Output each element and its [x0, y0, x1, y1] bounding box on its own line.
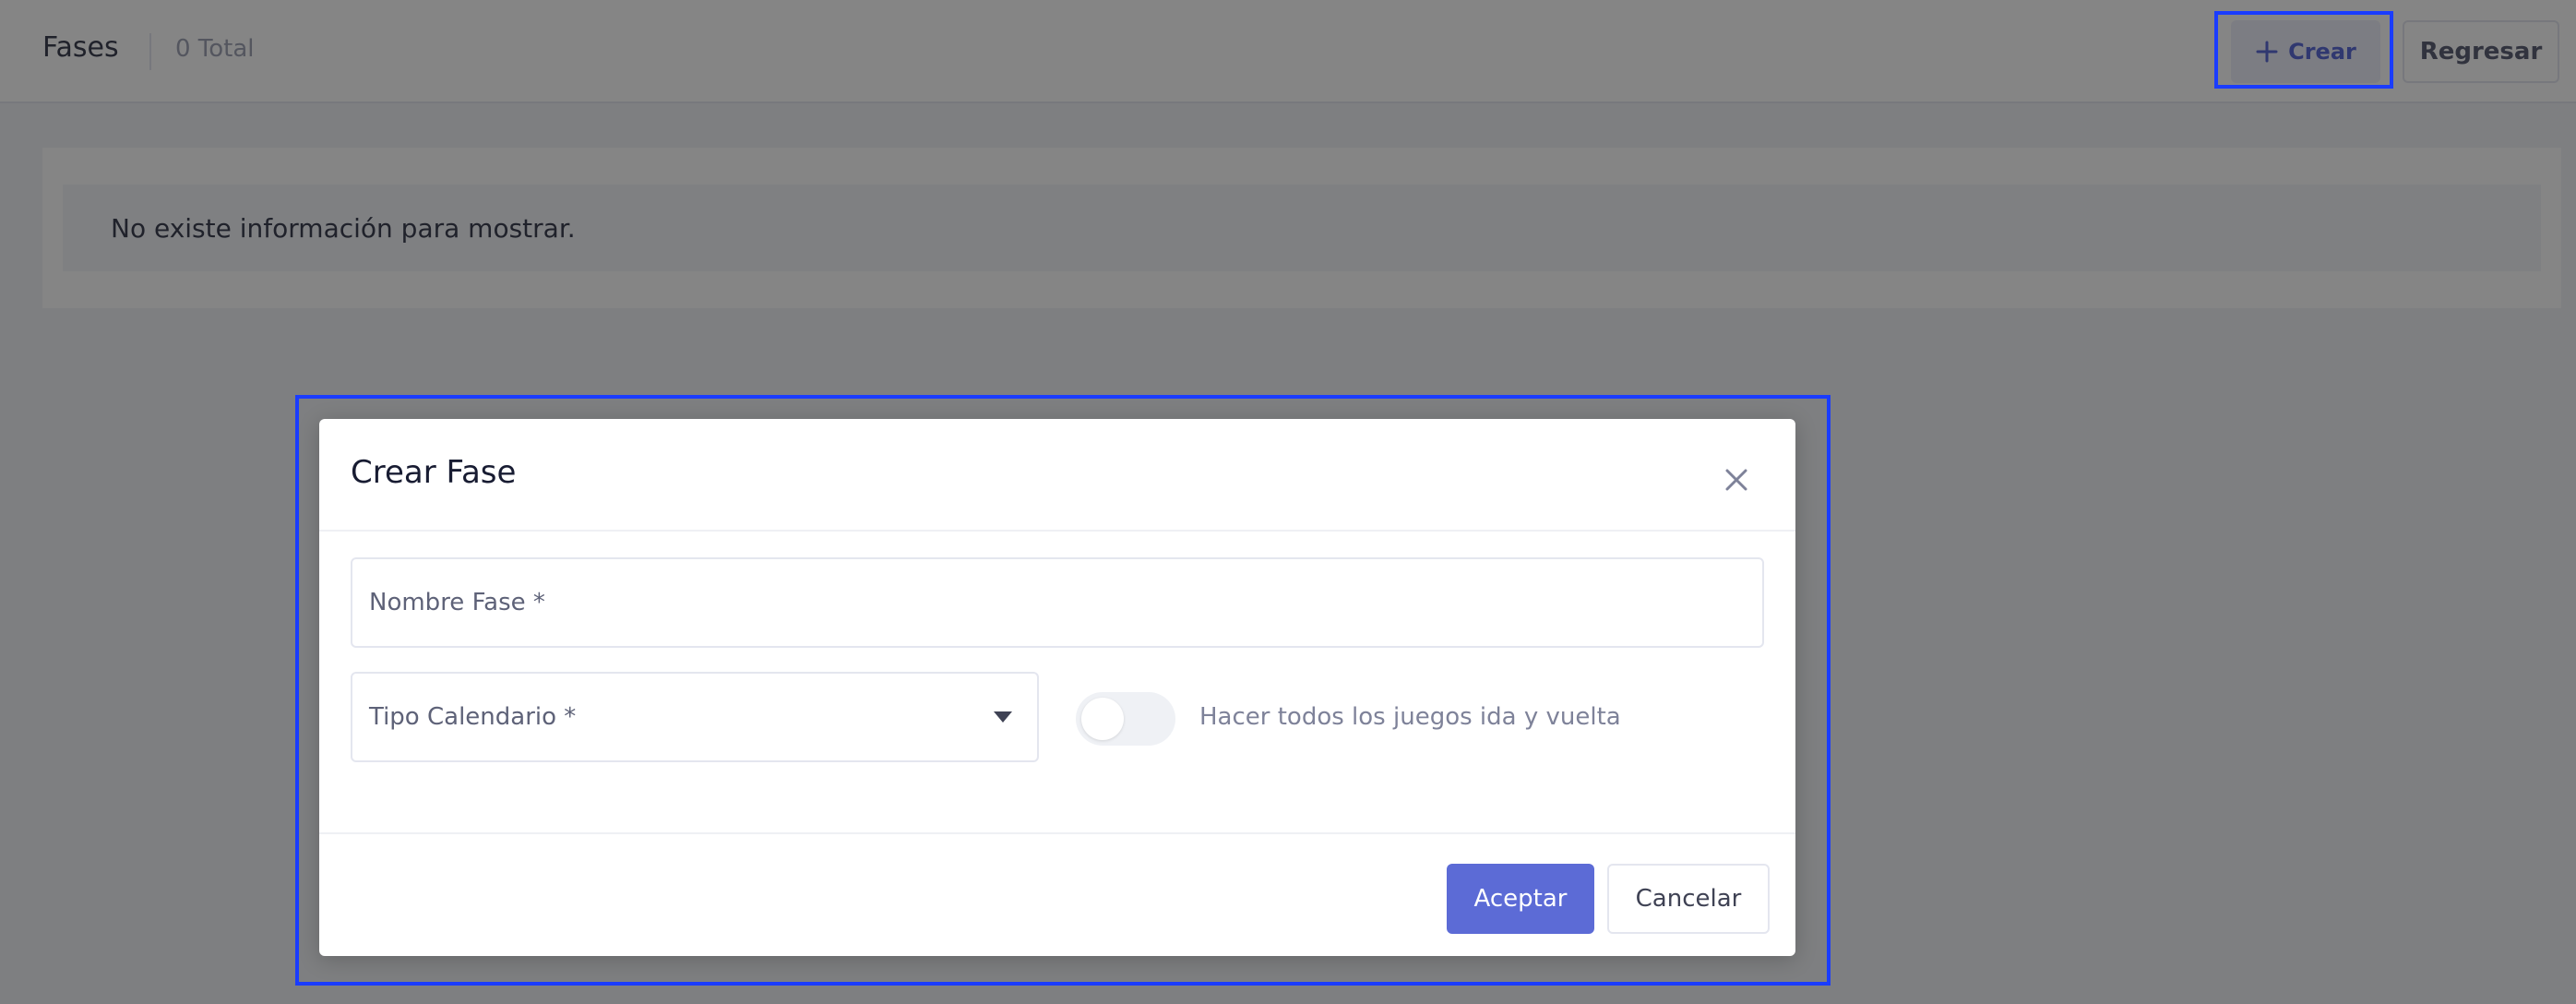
modal-header: Crear Fase [319, 419, 1795, 532]
ida-vuelta-toggle[interactable] [1076, 692, 1175, 746]
create-phase-modal: Crear Fase Tipo Calendario * Hacer todos… [319, 419, 1795, 956]
ida-vuelta-label: Hacer todos los juegos ida y vuelta [1199, 703, 1621, 731]
caret-down-icon [994, 711, 1012, 723]
nombre-fase-field [351, 557, 1764, 648]
close-button[interactable] [1718, 461, 1755, 498]
accept-button[interactable]: Aceptar [1447, 864, 1594, 934]
tipo-calendario-label: Tipo Calendario * [369, 703, 577, 731]
tipo-calendario-select[interactable]: Tipo Calendario * [351, 672, 1039, 762]
toggle-knob [1081, 698, 1124, 740]
create-button-highlight [2214, 11, 2393, 89]
close-icon [1725, 469, 1747, 491]
cancel-button[interactable]: Cancelar [1607, 864, 1770, 934]
nombre-fase-input[interactable] [352, 588, 1762, 617]
modal-title: Crear Fase [351, 454, 517, 491]
